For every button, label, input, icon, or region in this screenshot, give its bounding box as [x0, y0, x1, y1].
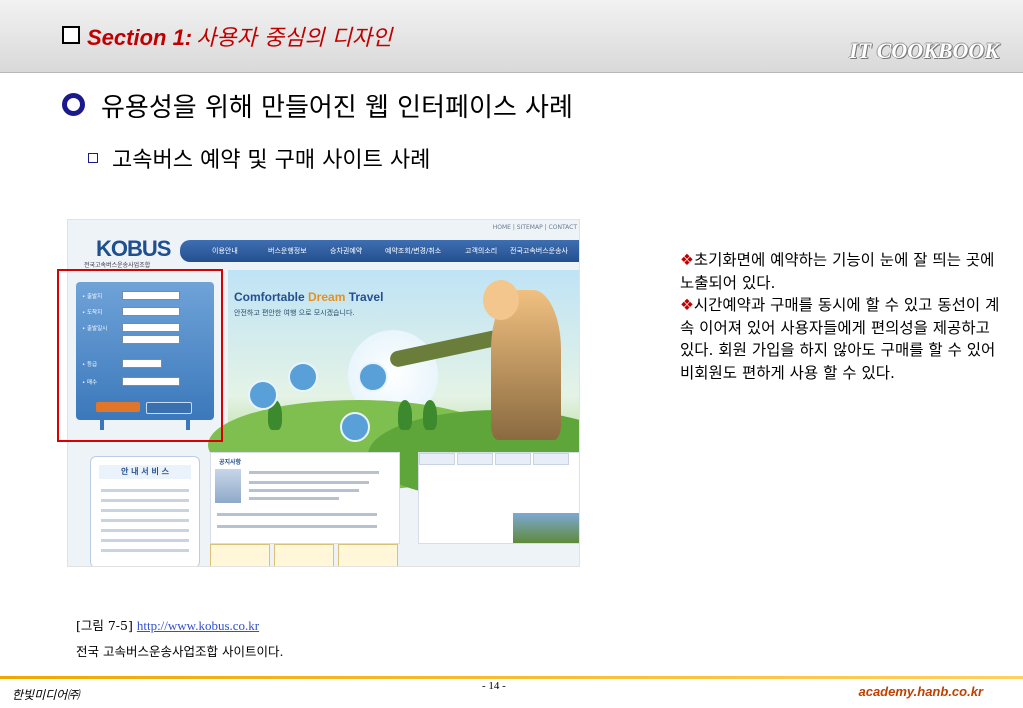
service-line — [101, 499, 189, 502]
notice-line — [217, 525, 377, 528]
note-bullet-2: ❖시간예약과 구매를 동시에 할 수 있고 동선이 계속 이어져 있어 사용자들… — [680, 294, 1000, 384]
service-guide-title: 안 내 서 비 스 — [99, 465, 191, 479]
menu-item: 승차권예약 — [330, 247, 363, 255]
bubble-graphic — [340, 412, 370, 442]
brand-logo: IT COOKBOOK — [849, 38, 999, 63]
panel-tab — [457, 453, 493, 465]
main-heading: 유용성을 위해 만들어진 웹 인터페이스 사례 — [62, 87, 573, 124]
notice-line — [249, 497, 339, 500]
diamond-bullet-icon: ❖ — [680, 296, 694, 314]
service-line — [101, 529, 189, 532]
notice-line — [249, 489, 359, 492]
section-title-text: 사용자 중심의 디자인 — [196, 26, 393, 51]
caption-text: 전국 고속버스운송사업조합 사이트이다. — [76, 644, 284, 659]
menu-item: 예약조회/변경/취소 — [385, 247, 442, 255]
checkbox-square-icon — [62, 26, 80, 44]
notice-line — [249, 471, 379, 474]
tree-graphic — [398, 400, 412, 430]
diamond-bullet-icon: ❖ — [680, 251, 694, 269]
notice-box: 공지사항 — [210, 452, 400, 544]
bubble-graphic — [248, 380, 278, 410]
figure-caption: [그림 7-5] http://www.kobus.co.kr 전국 고속버스운… — [76, 613, 283, 665]
notice-line — [217, 513, 377, 516]
section-title: Section 1: 사용자 중심의 디자인 — [62, 20, 392, 52]
service-line — [101, 539, 189, 542]
footer-site: academy.hanb.co.kr — [858, 684, 983, 699]
kobus-logo: KOBUS — [96, 236, 171, 261]
square-bullet-icon — [88, 153, 98, 163]
caption-link[interactable]: http://www.kobus.co.kr — [137, 618, 259, 633]
hero-subtitle: 안전하고 편안한 여행 으로 모시겠습니다. — [234, 309, 355, 317]
footer-publisher: 한빛미디어㈜ — [12, 688, 80, 702]
page-number: - 14 - — [482, 680, 506, 692]
tab-panel — [418, 452, 579, 544]
kobus-logo-subtitle: 전국고속버스운송사업조합 — [84, 262, 151, 269]
site-menu-bar: 이용안내 버스운행정보 승차권예약 예약조회/변경/취소 고객의소리 전국고속버… — [180, 240, 579, 262]
notice-title: 공지사항 — [219, 459, 242, 466]
highlight-box — [57, 269, 223, 442]
child-graphic — [483, 280, 519, 320]
service-guide-box: 안 내 서 비 스 — [90, 456, 200, 566]
bubble-graphic — [288, 362, 318, 392]
quick-link — [274, 544, 334, 566]
menu-item: 버스운행정보 — [268, 247, 307, 255]
note-bullet-1-text: 초기화면에 예약하는 기능이 눈에 잘 띄는 곳에 노출되어 있다. — [680, 251, 995, 292]
top-nav-links: HOME | SITEMAP | CONTACT — [492, 224, 577, 231]
note-bullet-2-text: 시간예약과 구매를 동시에 할 수 있고 동선이 계속 이어져 있어 사용자들에… — [680, 296, 1000, 382]
hero-title-part: Comfortable — [234, 290, 309, 304]
circle-bullet-icon — [62, 93, 85, 116]
road-photo — [513, 513, 579, 543]
service-line — [101, 549, 189, 552]
hero-title-highlight: Dream — [308, 290, 346, 304]
service-line — [101, 489, 189, 492]
sub-heading: 고속버스 예약 및 구매 사이트 사례 — [88, 142, 430, 174]
main-heading-text: 유용성을 위해 만들어진 웹 인터페이스 사례 — [101, 93, 573, 123]
menu-item: 전국고속버스운송사 — [510, 247, 568, 255]
hero-banner: Comfortable Dream Travel 안전하고 편안한 여행 으로 … — [208, 270, 579, 500]
panel-tab — [419, 453, 455, 465]
caption-line-1: [그림 7-5] http://www.kobus.co.kr — [76, 613, 283, 639]
sub-heading-text: 고속버스 예약 및 구매 사이트 사례 — [112, 148, 431, 173]
section-label: Section 1: — [87, 25, 193, 50]
footer-divider — [0, 676, 1023, 679]
hero-title-part: Travel — [345, 290, 384, 304]
note-bullet-1: ❖초기화면에 예약하는 기능이 눈에 잘 띄는 곳에 노출되어 있다. — [680, 249, 1000, 294]
quick-link — [210, 544, 270, 566]
notice-image — [215, 469, 241, 503]
bubble-graphic — [358, 362, 388, 392]
menu-item: 고객의소리 — [465, 247, 498, 255]
quick-links — [210, 544, 410, 566]
notice-line — [249, 481, 369, 484]
slide-header: Section 1: 사용자 중심의 디자인 IT COOKBOOK — [0, 0, 1023, 73]
tree-graphic — [423, 400, 437, 430]
menu-item: 이용안내 — [212, 247, 238, 255]
panel-tab — [533, 453, 569, 465]
caption-label: [그림 7-5] — [76, 618, 137, 633]
explanation-text: ❖초기화면에 예약하는 기능이 눈에 잘 띄는 곳에 노출되어 있다. ❖시간예… — [680, 249, 1000, 384]
panel-tab — [495, 453, 531, 465]
service-line — [101, 519, 189, 522]
quick-link — [338, 544, 398, 566]
service-line — [101, 509, 189, 512]
hero-title: Comfortable Dream Travel — [234, 290, 383, 304]
